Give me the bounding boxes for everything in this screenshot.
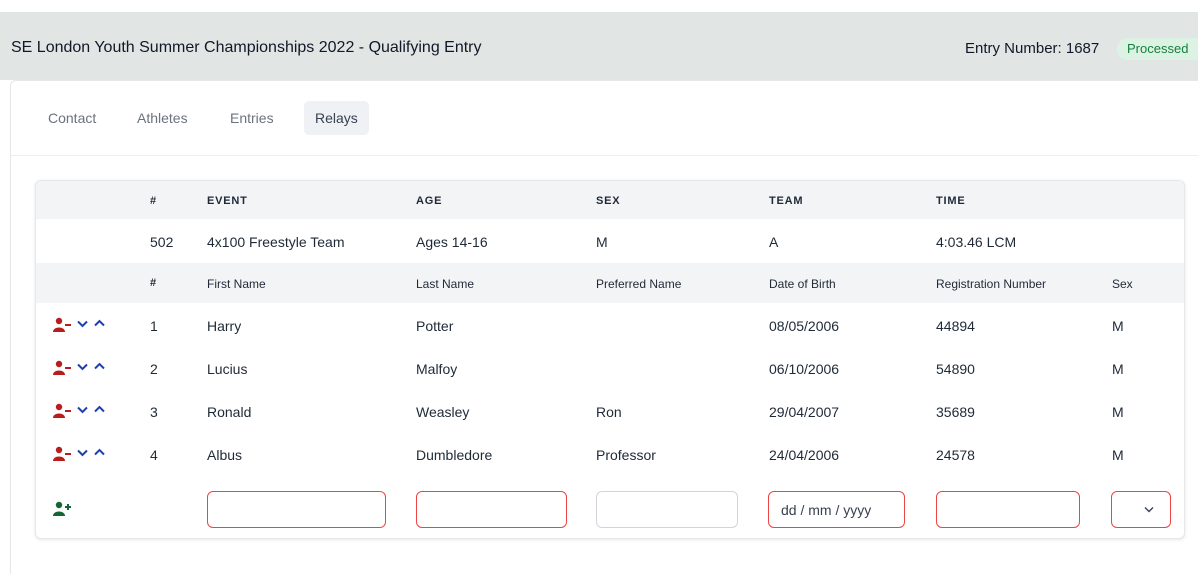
entry-number: Entry Number: 1687 [965, 40, 1100, 57]
col-preferred-name: Preferred Name [596, 277, 682, 291]
col-team: TEAM [769, 195, 804, 207]
athlete-dob: 08/05/2006 [769, 318, 840, 334]
chevron-up-icon[interactable] [94, 405, 105, 413]
row-actions [53, 317, 113, 333]
new-sex-select[interactable] [1111, 491, 1171, 528]
athlete-registration: 35689 [936, 404, 975, 420]
user-minus-icon[interactable] [53, 403, 71, 419]
user-minus-icon[interactable] [53, 446, 71, 462]
athlete-first-name: Harry [207, 318, 242, 334]
athlete-dob: 06/10/2006 [769, 361, 840, 377]
athlete-number: 4 [150, 447, 158, 463]
athlete-sex: M [1112, 404, 1124, 420]
row-actions [53, 403, 113, 419]
athlete-last-name: Dumbledore [416, 447, 493, 463]
user-plus-icon[interactable] [53, 501, 71, 517]
user-minus-icon[interactable] [53, 360, 71, 376]
event-time: 4:03.46 LCM [936, 234, 1017, 250]
tab-relays[interactable]: Relays [304, 101, 369, 135]
event-number: 502 [150, 234, 174, 250]
event-age: Ages 14-16 [416, 234, 488, 250]
row-actions [53, 446, 113, 462]
new-athlete-row [36, 481, 1184, 533]
athlete-preferred-name: Professor [596, 447, 656, 463]
athlete-last-name: Potter [416, 318, 454, 334]
new-first-name-input[interactable] [207, 491, 386, 528]
event-header-row: # EVENT AGE SEX TEAM TIME [36, 181, 1184, 219]
athlete-dob: 24/04/2006 [769, 447, 840, 463]
athlete-row: 2 Lucius Malfoy 06/10/2006 54890 M [36, 346, 1184, 389]
chevron-down-icon[interactable] [77, 406, 88, 414]
status-badge: Processed [1117, 38, 1198, 60]
athlete-last-name: Malfoy [416, 361, 458, 377]
athlete-header-row: # First Name Last Name Preferred Name Da… [36, 263, 1184, 303]
col-athlete-number: # [150, 277, 157, 289]
tab-contact[interactable]: Contact [37, 101, 107, 135]
new-preferred-name-input[interactable] [596, 491, 738, 528]
athlete-dob: 29/04/2007 [769, 404, 840, 420]
athlete-preferred-name: Ron [596, 404, 622, 420]
tab-entries[interactable]: Entries [219, 101, 285, 135]
event-row: 502 4x100 Freestyle Team Ages 14-16 M A … [36, 219, 1184, 263]
col-athlete-sex: Sex [1112, 277, 1133, 291]
chevron-down-icon [1144, 507, 1154, 513]
user-minus-icon[interactable] [53, 317, 71, 333]
athlete-first-name: Albus [207, 447, 243, 463]
event-sex: M [596, 234, 608, 250]
athlete-row: 1 Harry Potter 08/05/2006 44894 M [36, 303, 1184, 346]
col-age: AGE [416, 195, 443, 207]
athlete-row: 4 Albus Dumbledore Professor 24/04/2006 … [36, 432, 1184, 475]
chevron-up-icon[interactable] [94, 319, 105, 327]
col-last-name: Last Name [416, 277, 475, 291]
athlete-number: 3 [150, 404, 158, 420]
col-event: EVENT [207, 195, 248, 207]
new-dob-input[interactable] [768, 491, 905, 528]
chevron-up-icon[interactable] [94, 362, 105, 370]
chevron-down-icon[interactable] [77, 320, 88, 328]
athlete-first-name: Lucius [207, 361, 248, 377]
tab-bar: Contact Athletes Entries Relays [10, 80, 1198, 156]
athlete-number: 2 [150, 361, 158, 377]
new-last-name-input[interactable] [416, 491, 567, 528]
athlete-row: 3 Ronald Weasley Ron 29/04/2007 35689 M [36, 389, 1184, 432]
athlete-number: 1 [150, 318, 158, 334]
new-registration-input[interactable] [936, 491, 1080, 528]
event-team: A [769, 234, 779, 250]
chevron-up-icon[interactable] [94, 448, 105, 456]
athlete-registration: 24578 [936, 447, 975, 463]
page-title: SE London Youth Summer Championships 202… [11, 39, 482, 56]
col-first-name: First Name [207, 277, 266, 291]
athlete-sex: M [1112, 361, 1124, 377]
relay-table: # EVENT AGE SEX TEAM TIME 502 4x100 Free… [35, 180, 1185, 539]
col-date-of-birth: Date of Birth [769, 277, 836, 291]
athlete-registration: 54890 [936, 361, 975, 377]
tab-athletes[interactable]: Athletes [126, 101, 199, 135]
athlete-registration: 44894 [936, 318, 975, 334]
chevron-down-icon[interactable] [77, 449, 88, 457]
athlete-last-name: Weasley [416, 404, 470, 420]
col-registration-number: Registration Number [936, 277, 1047, 291]
col-time: TIME [936, 195, 966, 207]
col-number: # [150, 195, 157, 207]
page-header: SE London Youth Summer Championships 202… [0, 12, 1198, 80]
athlete-first-name: Ronald [207, 404, 252, 420]
row-actions [53, 360, 113, 376]
athlete-sex: M [1112, 447, 1124, 463]
col-sex: SEX [596, 195, 621, 207]
event-name: 4x100 Freestyle Team [207, 234, 345, 250]
chevron-down-icon[interactable] [77, 363, 88, 371]
athlete-sex: M [1112, 318, 1124, 334]
